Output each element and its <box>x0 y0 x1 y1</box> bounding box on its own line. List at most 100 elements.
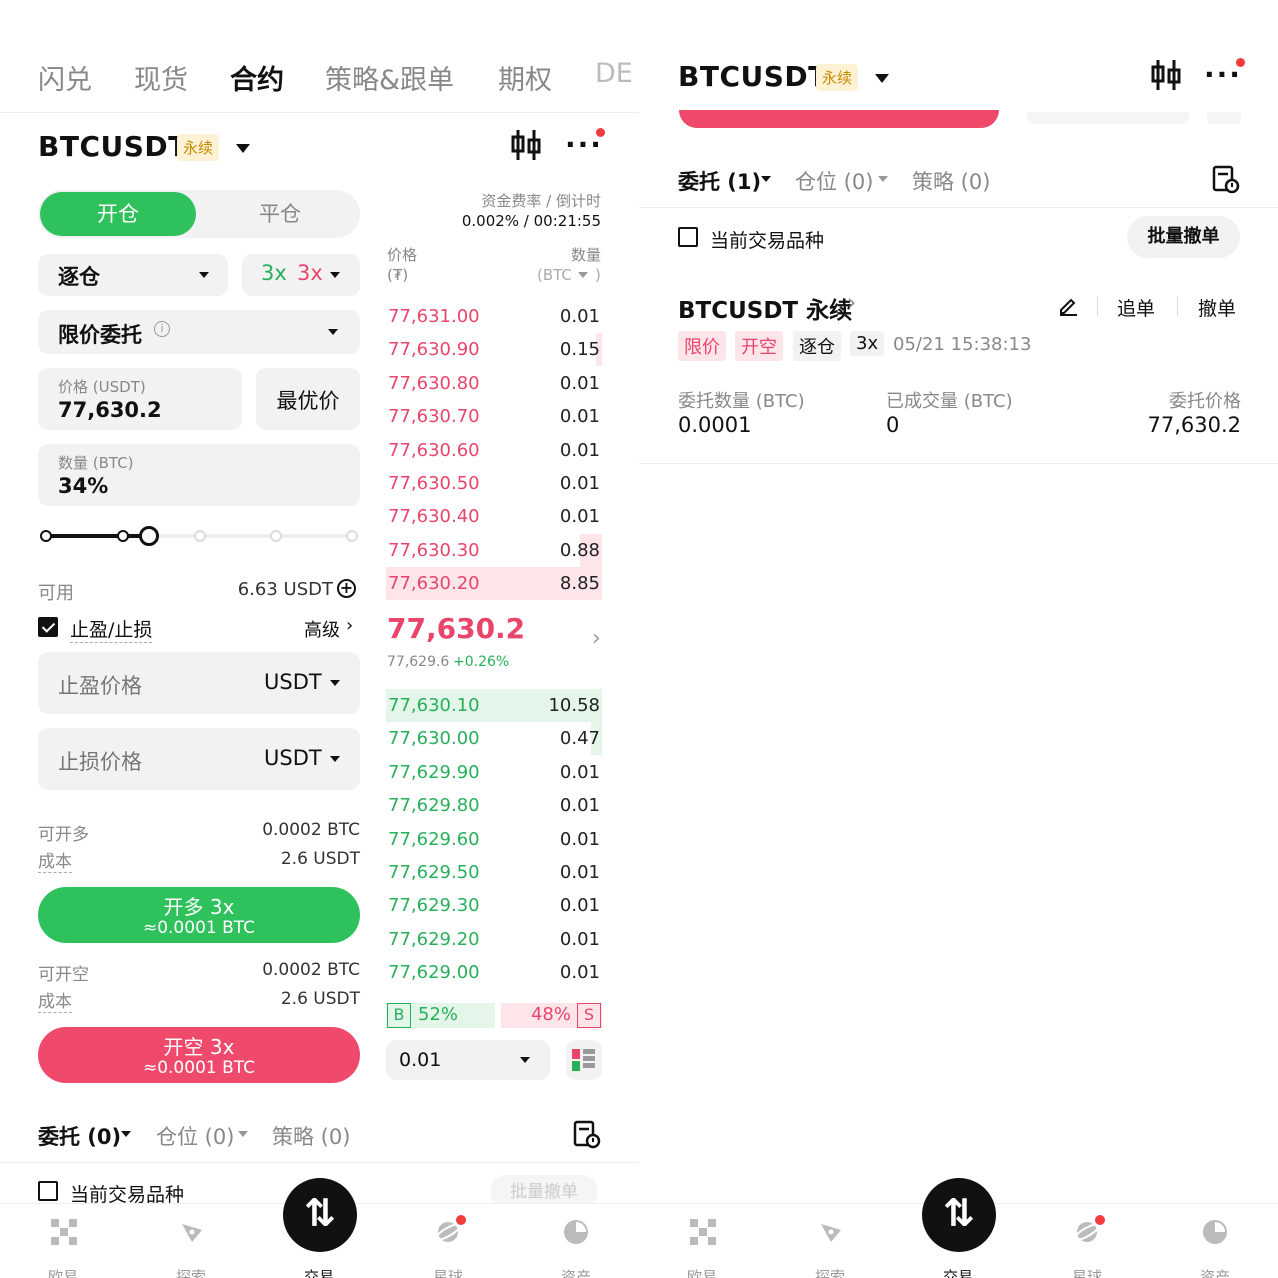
ob-qty: 0.01 <box>559 928 600 950</box>
order-type-select[interactable]: 限价委托 i <box>38 310 360 354</box>
bid-row[interactable]: 77,629.50 0.01 <box>386 856 602 889</box>
info-icon[interactable]: i <box>154 321 170 337</box>
ask-row[interactable]: 77,630.80 0.01 <box>386 367 602 400</box>
bid-row[interactable]: 77,629.90 0.01 <box>386 756 602 789</box>
tab-positions[interactable]: 仓位 (0) <box>156 1121 234 1151</box>
margin-mode-value: 逐仓 <box>58 265 100 289</box>
ask-row[interactable]: 77,630.50 0.01 <box>386 467 602 500</box>
ask-row[interactable]: 77,631.00 0.01 <box>386 300 602 333</box>
ask-row[interactable]: 77,630.70 0.01 <box>386 400 602 433</box>
ask-row[interactable]: 77,630.20 8.85 <box>386 567 602 601</box>
ask-row[interactable]: 77,630.30 0.88 <box>386 533 602 567</box>
transfer-add-icon[interactable]: + <box>337 579 356 598</box>
nav-home[interactable]: 欧易 <box>33 1266 93 1278</box>
take-profit-unit[interactable]: USDT <box>264 670 322 694</box>
symbol-dropdown-icon[interactable] <box>875 74 889 83</box>
nav-planet[interactable]: 星球 <box>1057 1266 1117 1278</box>
batch-cancel-button[interactable]: 批量撤单 <box>1127 216 1240 258</box>
slider-tick-75[interactable] <box>270 530 282 542</box>
bid-row[interactable]: 77,629.80 0.01 <box>386 789 602 822</box>
bid-row[interactable]: 77,629.30 0.01 <box>386 889 602 922</box>
quantity-slider-thumb[interactable] <box>139 526 159 546</box>
ask-row[interactable]: 77,630.90 0.15 <box>386 333 602 367</box>
tab-flash-swap[interactable]: 闪兑 <box>38 58 92 97</box>
slider-tick-25[interactable] <box>117 530 129 542</box>
open-long-button[interactable]: 开多 3x ≈0.0001 BTC <box>38 887 360 943</box>
order-symbol[interactable]: BTCUSDT 永续 <box>678 291 852 325</box>
nav-home[interactable]: 欧易 <box>672 1266 732 1278</box>
nav-explore[interactable]: 探索 <box>800 1266 860 1278</box>
cancel-order-button[interactable]: 撤单 <box>1198 294 1236 321</box>
bid-row[interactable]: 77,630.00 0.47 <box>386 722 602 756</box>
current-symbol-checkbox[interactable] <box>678 227 698 247</box>
funding-value: 0.002% / 00:21:55 <box>461 212 601 230</box>
margin-mode-select[interactable]: 逐仓 <box>38 254 228 296</box>
bid-row[interactable]: 77,629.60 0.01 <box>386 823 602 856</box>
close-position-tab[interactable]: 平仓 <box>202 192 358 236</box>
qty-unit-dropdown-icon[interactable] <box>578 272 588 278</box>
slider-tick-50[interactable] <box>194 530 206 542</box>
nav-assets[interactable]: 资产 <box>1185 1266 1245 1278</box>
nav-trade[interactable]: 交易 <box>928 1266 988 1278</box>
candlestick-icon[interactable] <box>1150 58 1182 100</box>
okx-logo-icon <box>50 1218 78 1246</box>
bid-row[interactable]: 77,630.10 10.58 <box>386 689 602 722</box>
tab-futures[interactable]: 合约 <box>230 58 284 97</box>
nav-assets[interactable]: 资产 <box>546 1266 606 1278</box>
order-history-icon[interactable] <box>572 1120 602 1154</box>
trade-fab-button[interactable]: ⇅ <box>283 1178 357 1252</box>
nav-planet[interactable]: 星球 <box>418 1266 478 1278</box>
tab-orders[interactable]: 委托 (0) <box>38 1121 121 1151</box>
nav-trade[interactable]: 交易 <box>289 1266 349 1278</box>
orderbook-layout-icon[interactable] <box>566 1040 602 1080</box>
perp-badge: 永续 <box>177 134 220 161</box>
bid-row[interactable]: 77,629.20 0.01 <box>386 923 602 956</box>
tick-size-select-partial[interactable] <box>1027 112 1189 124</box>
tpsl-checkbox[interactable] <box>38 617 58 637</box>
chevron-right-icon[interactable]: › <box>592 626 601 651</box>
chase-order-button[interactable]: 追单 <box>1117 294 1155 321</box>
trade-fab-button[interactable]: ⇅ <box>922 1178 996 1252</box>
tab-more[interactable]: DE <box>595 58 633 89</box>
tpsl-advanced-link[interactable]: 高级 <box>304 616 340 642</box>
open-long-title: 开多 3x <box>163 895 235 919</box>
symbol-dropdown-icon[interactable] <box>236 144 250 153</box>
orderbook-layout-partial[interactable] <box>1207 112 1241 124</box>
tab-options[interactable]: 期权 <box>498 58 552 97</box>
open-short-button-partial[interactable] <box>679 110 999 128</box>
price-input-value: 77,630.2 <box>58 398 162 422</box>
tab-spot[interactable]: 现货 <box>134 58 188 97</box>
edit-icon[interactable] <box>1057 294 1079 320</box>
quantity-input-value: 34% <box>58 474 109 498</box>
stop-loss-input[interactable]: 止损价格 USDT <box>38 728 360 790</box>
quantity-input[interactable]: 数量 (BTC) 34% <box>38 444 360 506</box>
slider-tick-100[interactable] <box>346 530 358 542</box>
best-price-button[interactable]: 最优价 <box>256 368 360 430</box>
slider-tick-0[interactable] <box>40 530 52 542</box>
chevron-right-icon[interactable]: › <box>847 290 856 316</box>
ask-row[interactable]: 77,630.60 0.01 <box>386 434 602 467</box>
symbol-title[interactable]: BTCUSDT <box>38 130 188 163</box>
tick-size-select[interactable]: 0.01 <box>386 1040 550 1080</box>
leverage-select[interactable]: 3x 3x <box>242 254 360 296</box>
ask-row[interactable]: 77,630.40 0.01 <box>386 500 602 533</box>
current-symbol-checkbox[interactable] <box>38 1181 58 1201</box>
take-profit-input[interactable]: 止盈价格 USDT <box>38 652 360 714</box>
bid-row[interactable]: 77,629.00 0.01 <box>386 956 602 989</box>
price-input[interactable]: 价格 (USDT) 77,630.2 <box>38 368 242 430</box>
open-short-button[interactable]: 开空 3x ≈0.0001 BTC <box>38 1027 360 1083</box>
symbol-title[interactable]: BTCUSDT <box>678 60 828 93</box>
nav-explore[interactable]: 探索 <box>161 1266 221 1278</box>
stop-loss-unit[interactable]: USDT <box>264 746 322 770</box>
tab-positions[interactable]: 仓位 (0) <box>795 166 873 196</box>
tab-strategies[interactable]: 策略 (0) <box>912 166 990 196</box>
short-cost-value: 2.6 USDT <box>280 989 360 1009</box>
order-history-icon[interactable] <box>1211 165 1241 199</box>
last-price[interactable]: 77,630.2 <box>387 612 525 645</box>
candlestick-icon[interactable] <box>510 128 542 170</box>
open-position-tab[interactable]: 开仓 <box>40 192 196 236</box>
tab-orders[interactable]: 委托 (1) <box>678 166 761 196</box>
tab-strategies[interactable]: 策略 (0) <box>272 1121 350 1151</box>
tab-strategy-copy[interactable]: 策略&跟单 <box>325 58 454 97</box>
ob-qty-unit[interactable]: (BTC <box>537 266 572 284</box>
